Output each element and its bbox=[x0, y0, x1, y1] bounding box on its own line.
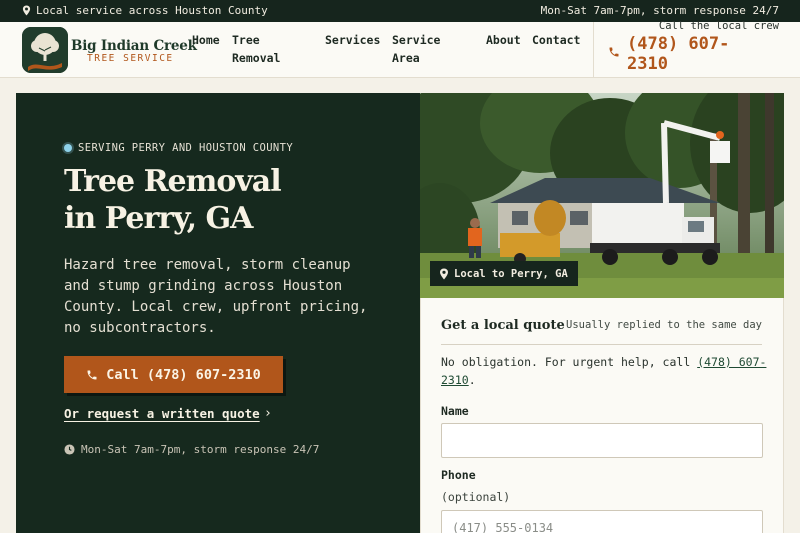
request-quote-link[interactable]: Or request a written quote bbox=[64, 406, 260, 421]
page-title-line1: Tree Removal bbox=[64, 164, 282, 199]
phone-icon bbox=[87, 370, 97, 379]
page-title-line2: in Perry, GA bbox=[64, 201, 253, 236]
brand-subtitle: TREE SERVICE bbox=[87, 53, 174, 64]
quote-form: Get a local quote Usually replied to the… bbox=[420, 298, 784, 533]
nav-about[interactable]: About bbox=[486, 31, 521, 49]
call-now-button-label: Call (478) 607-2310 bbox=[106, 366, 261, 383]
nav-service-area[interactable]: Service Area bbox=[392, 31, 452, 67]
name-input[interactable] bbox=[441, 423, 763, 458]
topbar-location-text: Local service across Houston County bbox=[36, 4, 268, 17]
header-call[interactable]: Call the local crew (478) 607-2310 bbox=[593, 20, 800, 78]
topbar-hours: Mon-Sat 7am-7pm, storm response 24/7 bbox=[540, 4, 779, 17]
top-bar: Local service across Houston County Mon-… bbox=[0, 0, 800, 22]
quote-title: Get a local quote bbox=[441, 318, 565, 333]
quote-note: No obligation. For urgent help, call (47… bbox=[441, 353, 771, 389]
hero-eyebrow-text: SERVING PERRY AND HOUSTON COUNTY bbox=[78, 142, 294, 154]
hero-panel: SERVING PERRY AND HOUSTON COUNTY Tree Re… bbox=[16, 93, 420, 533]
call-now-button[interactable]: Call (478) 607-2310 bbox=[64, 356, 283, 393]
phone-label: Phone bbox=[441, 468, 476, 482]
location-pin-icon bbox=[440, 268, 448, 279]
header-call-label: Call the local crew bbox=[658, 20, 779, 32]
nav-tree-removal[interactable]: Tree Removal bbox=[232, 31, 292, 67]
tree-logo-icon bbox=[22, 27, 68, 73]
location-tag-text: Local to Perry, GA bbox=[454, 267, 568, 280]
nav-home[interactable]: Home bbox=[192, 31, 220, 49]
quote-reply-note: Usually replied to the same day bbox=[566, 319, 762, 331]
logo[interactable] bbox=[22, 27, 68, 73]
clock-icon bbox=[64, 444, 75, 455]
nav-services[interactable]: Services bbox=[325, 31, 380, 49]
header-call-phone[interactable]: (478) 607-2310 bbox=[627, 34, 767, 74]
topbar-location: Local service across Houston County bbox=[22, 4, 268, 17]
name-label: Name bbox=[441, 404, 469, 418]
hero-hours: Mon-Sat 7am-7pm, storm response 24/7 bbox=[64, 443, 319, 456]
location-tag: Local to Perry, GA bbox=[430, 261, 578, 286]
brand[interactable]: Big Indian Creek TREE SERVICE bbox=[71, 39, 197, 65]
divider bbox=[441, 344, 762, 345]
phone-input[interactable] bbox=[441, 510, 763, 533]
quote-note-suffix: . bbox=[468, 373, 476, 387]
brand-name: Big Indian Creek bbox=[71, 38, 197, 54]
location-pin-icon bbox=[22, 5, 31, 16]
hero-photo: Local to Perry, GA bbox=[420, 93, 784, 298]
phone-icon bbox=[609, 47, 619, 57]
quote-note-prefix: No obligation. For urgent help, call bbox=[441, 355, 698, 369]
hero-hours-text: Mon-Sat 7am-7pm, storm response 24/7 bbox=[81, 443, 320, 456]
hero-lead: Hazard tree removal, storm cleanup and s… bbox=[64, 257, 368, 336]
chevron-right-icon: › bbox=[264, 406, 272, 421]
site-header: Big Indian Creek TREE SERVICE Home Tree … bbox=[0, 20, 800, 78]
hero-eyebrow: SERVING PERRY AND HOUSTON COUNTY bbox=[64, 142, 293, 154]
status-dot-icon bbox=[64, 144, 72, 152]
phone-optional: (optional) bbox=[441, 490, 511, 504]
page-title: Tree Removal in Perry, GA bbox=[64, 163, 282, 237]
nav-contact[interactable]: Contact bbox=[532, 31, 580, 49]
